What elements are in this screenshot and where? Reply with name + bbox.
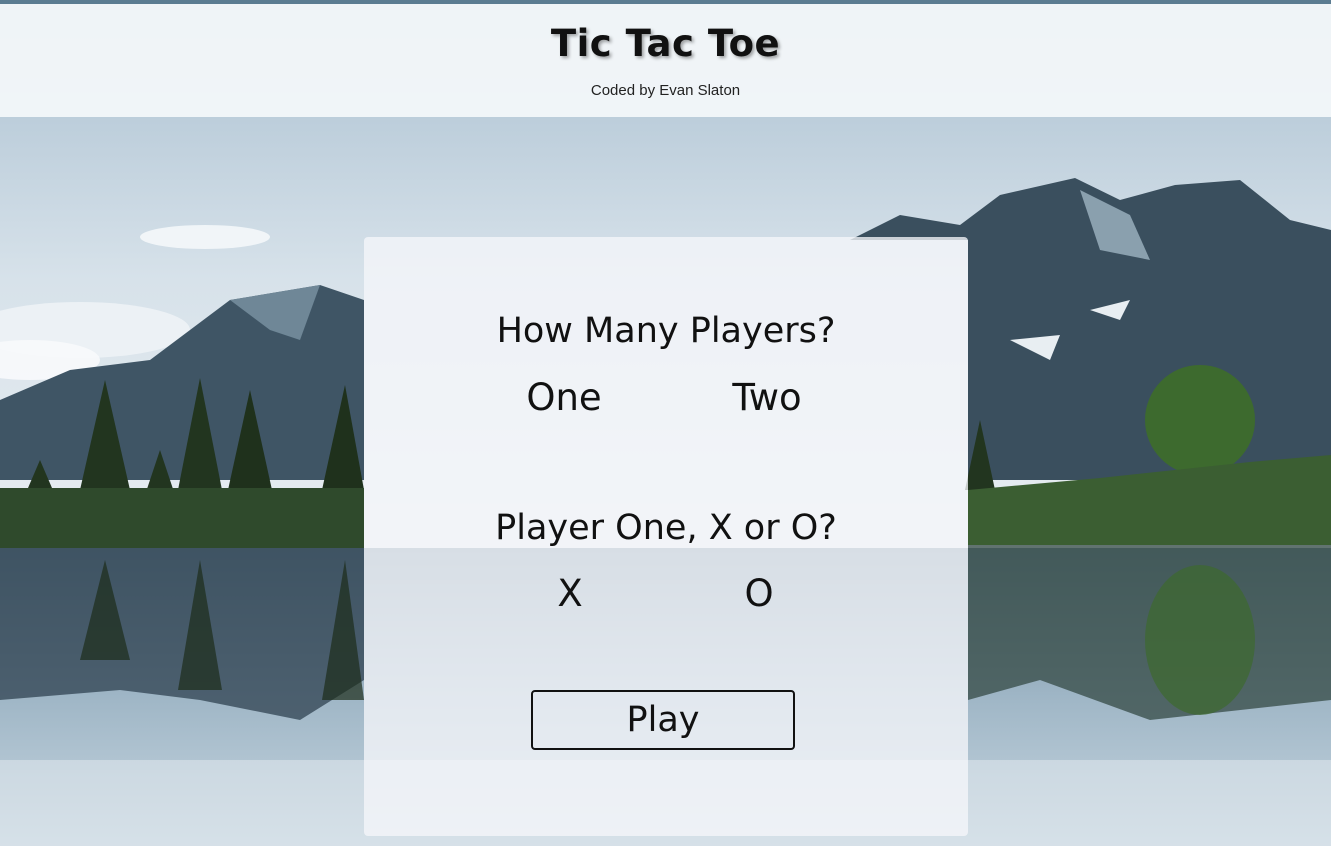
- author-byline: Coded by Evan Slaton: [590, 82, 741, 99]
- mark-o-option[interactable]: O: [699, 572, 819, 615]
- players-two-option[interactable]: Two: [707, 376, 827, 419]
- mark-x-option[interactable]: X: [510, 572, 630, 615]
- page-title: Tic Tac Toe: [550, 22, 781, 65]
- mark-question: Player One, X or O?: [495, 508, 837, 548]
- players-one-option[interactable]: One: [504, 376, 624, 419]
- site-header: Tic Tac Toe Coded by Evan Slaton: [0, 4, 1331, 117]
- play-button[interactable]: Play: [531, 690, 795, 750]
- players-question: How Many Players?: [496, 311, 836, 351]
- game-setup-panel: How Many Players? One Two Player One, X …: [364, 237, 968, 836]
